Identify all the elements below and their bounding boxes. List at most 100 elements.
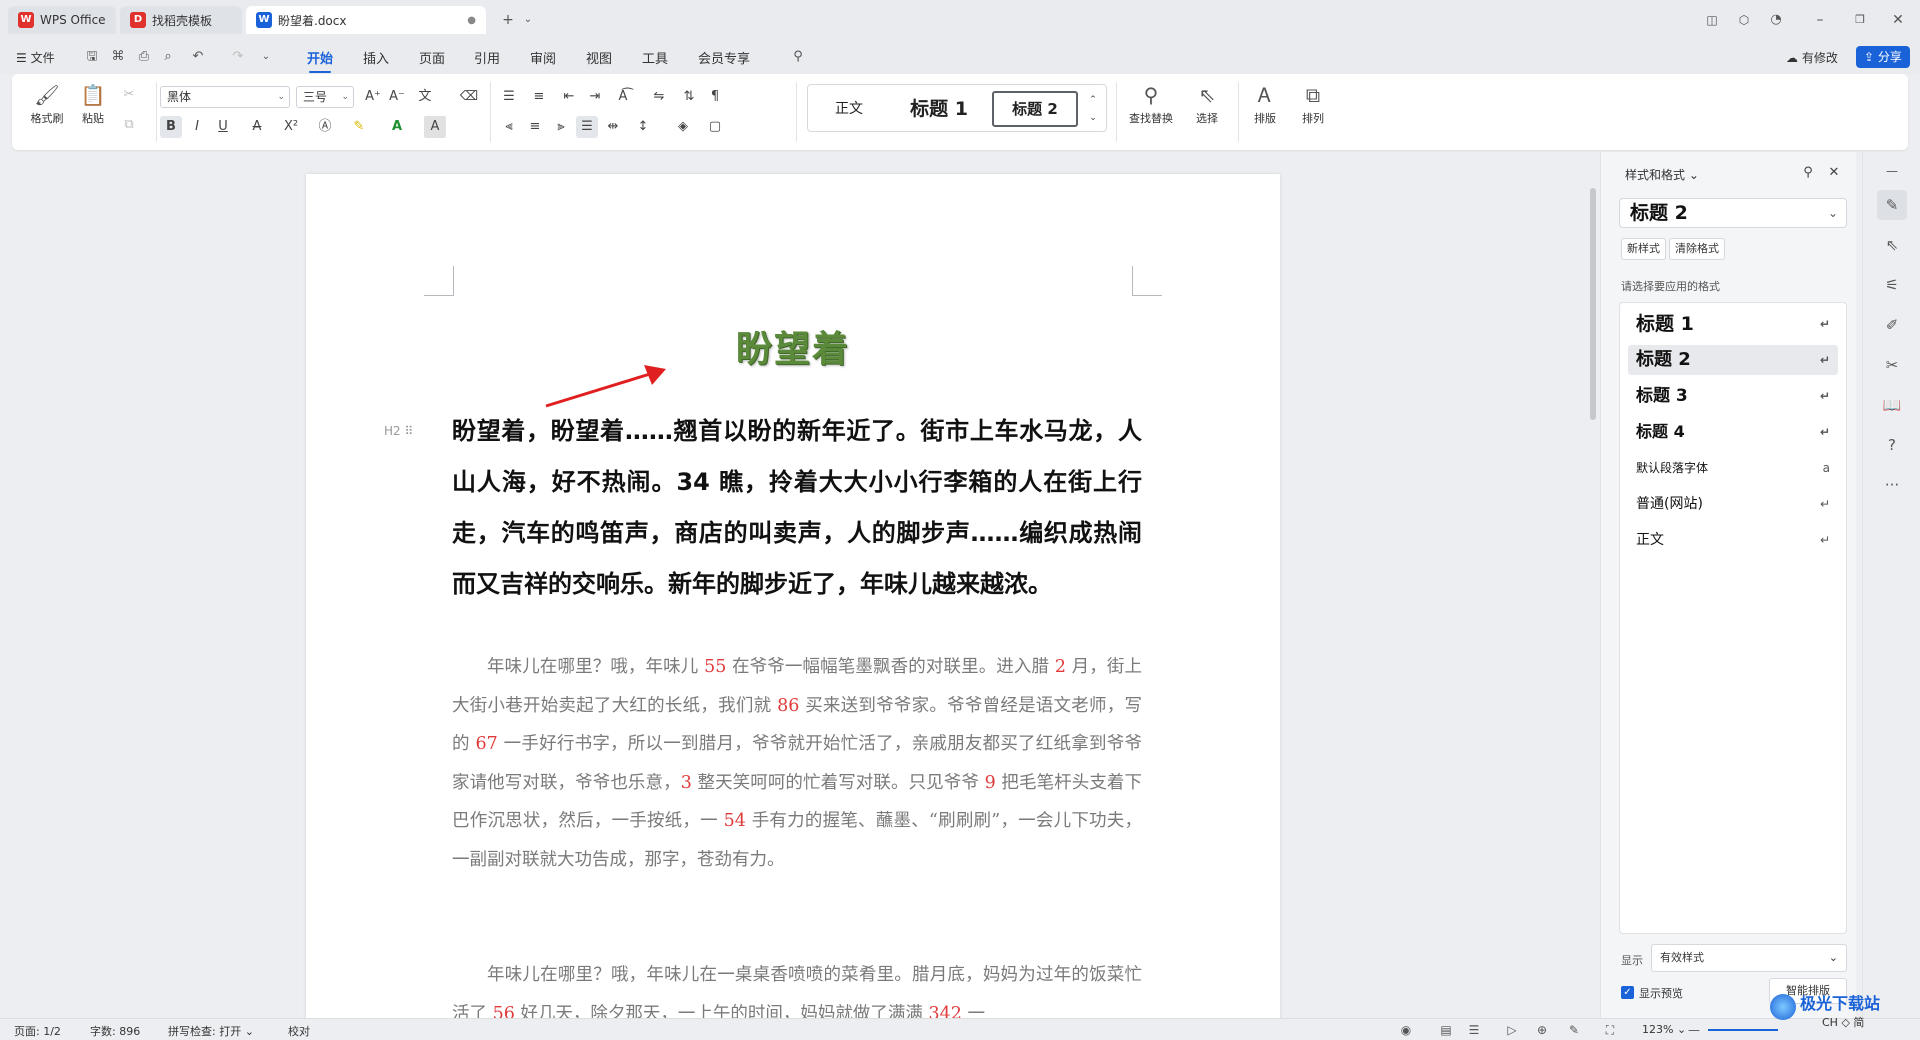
superscript-icon[interactable]: X² <box>280 116 302 138</box>
properties-icon[interactable]: ⚟ <box>1877 270 1907 300</box>
find-replace-button[interactable]: ⚲ 查找替换 <box>1120 80 1182 126</box>
numbering-icon[interactable]: ≡ <box>528 86 550 108</box>
char-shading-icon[interactable]: A <box>424 116 446 138</box>
highlight-icon[interactable]: ✎ <box>348 116 370 138</box>
play-icon[interactable]: ▷ <box>1504 1022 1520 1038</box>
arrange-button[interactable]: ⧉ 排列 <box>1290 80 1336 126</box>
menu-insert[interactable]: 插入 <box>363 48 389 67</box>
new-style-button[interactable]: 新样式 <box>1621 238 1666 260</box>
current-style-select[interactable]: 标题 2 ⌄ <box>1619 198 1847 228</box>
paste-button[interactable]: 📋 粘贴 <box>70 80 116 126</box>
style-heading-1[interactable]: 标题 1 <box>894 91 984 127</box>
menu-member[interactable]: 会员专享 <box>698 48 750 67</box>
minimize-icon[interactable]: – <box>1810 10 1830 30</box>
undo-icon[interactable]: ↶ <box>190 49 206 65</box>
help-icon[interactable]: ? <box>1877 430 1907 460</box>
print-icon[interactable]: ⎙ <box>136 49 152 65</box>
book-icon[interactable]: 📖 <box>1877 390 1907 420</box>
shading-icon[interactable]: ◈ <box>672 116 694 138</box>
tab-list-chevron-icon[interactable]: ⌄ <box>518 10 538 30</box>
menu-review[interactable]: 审阅 <box>530 48 556 67</box>
menu-home[interactable]: 开始 <box>307 48 333 73</box>
heading-marker[interactable]: H2 ⠿ <box>384 424 413 438</box>
tab-wps-office[interactable]: W WPS Office <box>8 6 116 34</box>
edit-document-icon[interactable]: ✐ <box>1877 310 1907 340</box>
new-tab-plus-icon[interactable]: + <box>498 10 518 30</box>
show-marks-icon[interactable]: ¶ <box>704 86 726 108</box>
shrink-font-icon[interactable]: A⁻ <box>386 86 408 108</box>
close-window-icon[interactable]: ✕ <box>1888 10 1908 30</box>
eye-icon[interactable]: ◉ <box>1398 1022 1414 1038</box>
modified-status[interactable]: ☁ 有修改 <box>1786 49 1838 66</box>
phonetic-icon[interactable]: 文 <box>414 86 436 108</box>
redo-icon[interactable]: ↷ <box>230 49 246 65</box>
bullets-icon[interactable]: ☰ <box>498 86 520 108</box>
select-cursor-icon[interactable]: ⇖ <box>1877 230 1907 260</box>
document-page[interactable]: 盼望着 H2 ⠿ 盼望着，盼望着……翘首以盼的新年近了。街市上车水马龙，人山人海… <box>306 174 1280 1018</box>
list-item-default-font[interactable]: 默认段落字体 a <box>1628 453 1838 483</box>
format-painter-button[interactable]: 🖌 格式刷 <box>24 80 70 126</box>
avatar[interactable]: ◔ <box>1766 10 1786 30</box>
layout-icon[interactable]: ◫ <box>1702 10 1722 30</box>
pen-icon[interactable]: ✎ <box>1566 1022 1582 1038</box>
link-icon[interactable]: ⌘ <box>110 49 126 65</box>
zoom-level[interactable]: 123% ⌄ <box>1642 1023 1686 1036</box>
style-scroll-down-icon[interactable]: ⌄ <box>1084 107 1102 129</box>
page-view-icon[interactable]: ▤ <box>1438 1022 1454 1038</box>
tab-close-icon[interactable]: ● <box>467 15 476 26</box>
close-panel-icon[interactable]: ✕ <box>1823 162 1845 184</box>
list-item-heading-3[interactable]: 标题 3 ↵ <box>1628 381 1838 411</box>
text-direction-icon[interactable]: ⇋ <box>648 86 670 108</box>
font-size-select[interactable]: 三号 ⌄ <box>296 86 354 108</box>
proofread-button[interactable]: 校对 <box>288 1023 310 1039</box>
italic-icon[interactable]: I <box>186 116 208 138</box>
menu-tools[interactable]: 工具 <box>642 48 668 67</box>
tab-document[interactable]: W 盼望着.docx ● <box>246 6 486 34</box>
decrease-indent-icon[interactable]: ⇤ <box>558 86 580 108</box>
tab-docer-templates[interactable]: D 找稻壳模板 <box>120 6 242 34</box>
more-chevron-icon[interactable]: ⌄ <box>258 49 274 65</box>
outline-view-icon[interactable]: ☰ <box>1466 1022 1482 1038</box>
word-count[interactable]: 字数: 896 <box>90 1023 140 1039</box>
underline-icon[interactable]: U <box>212 116 234 138</box>
vertical-scrollbar-thumb[interactable] <box>1590 188 1596 420</box>
print-preview-icon[interactable]: ⌕ <box>160 49 176 65</box>
list-item-heading-4[interactable]: 标题 4 ↵ <box>1628 417 1838 447</box>
style-normal[interactable]: 正文 <box>814 91 884 127</box>
fit-icon[interactable]: ⛶ <box>1602 1022 1618 1038</box>
bold-icon[interactable]: B <box>160 116 182 138</box>
web-view-icon[interactable]: ⊕ <box>1534 1022 1550 1038</box>
list-item-web-normal[interactable]: 普通(网站) ↵ <box>1628 489 1838 519</box>
styles-pen-icon[interactable]: ✎ <box>1877 190 1907 220</box>
align-right-icon[interactable]: ⫸ <box>550 116 572 138</box>
align-left-icon[interactable]: ⫷ <box>498 116 520 138</box>
style-heading-2[interactable]: 标题 2 <box>992 91 1078 127</box>
menu-reference[interactable]: 引用 <box>474 48 500 67</box>
increase-indent-icon[interactable]: ⇥ <box>584 86 606 108</box>
border-icon[interactable]: ▢ <box>704 116 726 138</box>
text-effect-icon[interactable]: Ⓐ <box>314 116 336 138</box>
grow-font-icon[interactable]: A⁺ <box>362 86 384 108</box>
spell-check-status[interactable]: 拼写检查: 打开 ⌄ <box>168 1023 254 1039</box>
share-button[interactable]: ⇪ 分享 <box>1856 46 1910 68</box>
list-item-heading-1[interactable]: 标题 1 ↵ <box>1628 309 1838 339</box>
pin-icon[interactable]: ⚲ <box>1797 162 1819 184</box>
distributed-icon[interactable]: ⇹ <box>602 116 624 138</box>
more-icon[interactable]: ··· <box>1877 470 1907 500</box>
select-button[interactable]: ⇖ 选择 <box>1184 80 1230 126</box>
chinese-layout-icon[interactable]: A͡ <box>612 86 634 108</box>
clear-format-icon[interactable]: ⌫ <box>458 86 480 108</box>
sort-icon[interactable]: ⇅ <box>678 86 700 108</box>
show-select[interactable]: 有效样式 ⌄ <box>1651 944 1847 972</box>
zoom-out-icon[interactable]: — <box>1686 1022 1702 1038</box>
file-menu[interactable]: ☰ 文件 <box>16 49 55 66</box>
cube-icon[interactable]: ⬡ <box>1734 10 1754 30</box>
align-center-icon[interactable]: ≡ <box>524 116 546 138</box>
list-item-heading-2[interactable]: 标题 2 ↵ <box>1628 345 1838 375</box>
clear-format-button[interactable]: 清除格式 <box>1669 238 1725 260</box>
line-spacing-icon[interactable]: ↕ <box>632 116 654 138</box>
heading-paragraph[interactable]: 盼望着，盼望着……翘首以盼的新年近了。街市上车水马龙，人山人海，好不热闹。34 … <box>452 406 1142 610</box>
preview-checkbox[interactable]: ✓ <box>1621 986 1634 999</box>
page-status[interactable]: 页面: 1/2 <box>14 1023 61 1039</box>
body-paragraph-1[interactable]: 年味儿在哪里？哦，年味儿 55 在爷爷一幅幅笔墨飘香的对联里。进入腊 2 月，街… <box>452 648 1142 879</box>
